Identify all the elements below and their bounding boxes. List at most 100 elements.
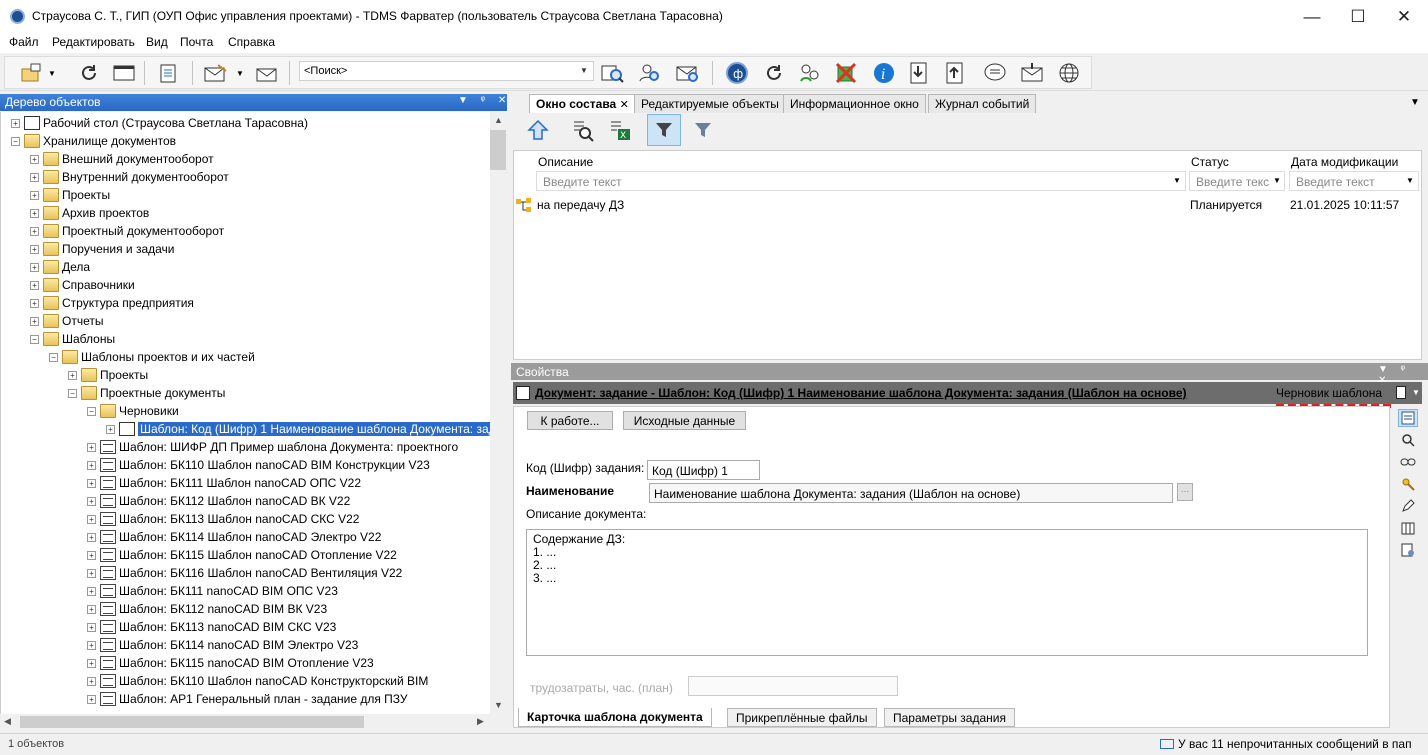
properties-icon[interactable] xyxy=(157,61,181,85)
search-input[interactable]: <Поиск> xyxy=(299,61,594,81)
tree-item[interactable]: + Проектный документооборот xyxy=(30,222,224,240)
expand-icon[interactable]: + xyxy=(87,622,96,632)
upload-icon[interactable] xyxy=(943,61,967,85)
collapse-icon[interactable]: − xyxy=(11,136,20,146)
column-header-description[interactable]: Описание xyxy=(538,155,593,169)
tree-item[interactable]: + Проекты xyxy=(68,366,148,384)
tree-item[interactable]: + Отчеты xyxy=(30,312,103,330)
close-tab-icon[interactable]: ✕ xyxy=(620,99,629,111)
tab-list-dropdown-icon[interactable]: ▼ xyxy=(1410,97,1420,108)
tree-vertical-scrollbar[interactable] xyxy=(490,112,507,714)
card-view-icon[interactable] xyxy=(1398,409,1418,427)
description-textarea[interactable]: Содержание ДЗ: 1. ... 2. ... 3. ... xyxy=(526,529,1368,656)
expand-icon[interactable]: + xyxy=(87,478,96,488)
tree-vertical-scrollbar-thumb[interactable] xyxy=(490,130,506,170)
expand-icon[interactable]: + xyxy=(87,550,96,560)
expand-icon[interactable]: + xyxy=(30,190,39,200)
send-mail-icon[interactable] xyxy=(254,61,278,85)
info-icon[interactable]: i xyxy=(872,61,896,85)
books-icon[interactable] xyxy=(1398,519,1418,537)
menu-edit[interactable]: Редактировать xyxy=(52,35,135,49)
tree-item[interactable]: + Проекты xyxy=(30,186,110,204)
tree-item[interactable]: + Шаблон: БК114 Шаблон nanoCAD Электро V2… xyxy=(87,528,381,546)
expand-icon[interactable]: + xyxy=(30,316,39,326)
tab-edited-objects[interactable]: Редактируемые объекты xyxy=(634,94,786,113)
tree-item[interactable]: + Шаблон: БК111 nanoCAD BIM ОПС V23 xyxy=(87,582,338,600)
tree-item[interactable]: + Структура предприятия xyxy=(30,294,194,312)
expand-icon[interactable]: + xyxy=(87,514,96,524)
expand-icon[interactable]: + xyxy=(11,118,20,128)
key-icon[interactable] xyxy=(1398,475,1418,493)
tab-attached-files[interactable]: Прикреплённые файлы xyxy=(727,708,877,727)
tree-item[interactable]: + Внешний документооборот xyxy=(30,150,214,168)
row-description[interactable]: на передачу ДЗ xyxy=(537,198,624,212)
export-excel-icon[interactable]: X xyxy=(603,114,637,146)
filter-dropdown-icon[interactable]: ▼ xyxy=(1406,176,1414,185)
tab-composition-window[interactable]: Окно состава ✕ xyxy=(529,94,636,114)
tree-horizontal-scrollbar-thumb[interactable] xyxy=(20,716,364,728)
tree-item[interactable]: − Черновики xyxy=(87,402,179,420)
tree-item[interactable]: + Шаблон: БК113 Шаблон nanoCAD СКС V22 xyxy=(87,510,359,528)
filter-modified-input[interactable]: Введите текст xyxy=(1289,171,1419,191)
link-icon[interactable] xyxy=(1398,453,1418,471)
expand-icon[interactable]: + xyxy=(87,568,96,578)
collapse-icon[interactable]: − xyxy=(30,334,39,344)
expand-icon[interactable]: + xyxy=(87,442,96,452)
find-in-list-icon[interactable] xyxy=(566,114,600,146)
column-header-modified[interactable]: Дата модификации xyxy=(1291,155,1398,169)
settings-document-icon[interactable] xyxy=(1398,541,1418,559)
message-icon[interactable] xyxy=(983,61,1007,85)
row-status[interactable]: Планируется xyxy=(1190,198,1262,212)
mail-icon[interactable] xyxy=(1020,61,1044,85)
users-sync-icon[interactable] xyxy=(798,61,822,85)
collapse-icon[interactable]: − xyxy=(49,352,58,362)
to-work-button[interactable]: К работе... xyxy=(527,411,613,430)
menu-file[interactable]: Файл xyxy=(9,35,39,49)
reload-icon[interactable] xyxy=(762,61,786,85)
tab-task-parameters[interactable]: Параметры задания xyxy=(884,708,1015,727)
source-data-button[interactable]: Исходные данные xyxy=(623,411,746,430)
tree-item[interactable]: + Шаблон: БК112 nanoCAD BIM ВК V23 xyxy=(87,600,327,618)
document-state[interactable]: Черновик шаблона xyxy=(1276,386,1382,400)
expand-icon[interactable]: + xyxy=(87,658,96,668)
expand-icon[interactable]: + xyxy=(30,226,39,236)
globe-icon[interactable] xyxy=(1057,61,1081,85)
search-icon[interactable] xyxy=(1398,431,1418,449)
expand-icon[interactable]: + xyxy=(87,586,96,596)
tree-item[interactable]: + Справочники xyxy=(30,276,135,294)
scroll-right-icon[interactable]: ▶ xyxy=(477,716,484,727)
find-user-icon[interactable] xyxy=(638,61,662,85)
tree-item[interactable]: + Шаблон: ШИФР ДП Пример шаблона Документ… xyxy=(87,438,458,456)
search-mail-icon[interactable] xyxy=(676,61,700,85)
row-modified[interactable]: 21.01.2025 10:11:57 xyxy=(1290,198,1399,212)
close-button[interactable]: ✕ xyxy=(1381,0,1427,33)
expand-icon[interactable]: + xyxy=(30,154,39,164)
labor-field[interactable] xyxy=(688,676,898,696)
expand-icon[interactable]: + xyxy=(30,208,39,218)
tree-item[interactable]: − Хранилище документов xyxy=(11,132,176,150)
panel-pin-icon[interactable]: ▼ ᵠ ✕ xyxy=(458,95,511,106)
expand-icon[interactable]: + xyxy=(87,496,96,506)
tab-event-log[interactable]: Журнал событий xyxy=(928,94,1037,113)
expand-icon[interactable]: + xyxy=(87,640,96,650)
scroll-down-icon[interactable]: ▼ xyxy=(494,700,503,710)
tree-item[interactable]: + Рабочий стол (Страусова Светлана Тарасо… xyxy=(11,114,308,132)
state-dropdown-icon[interactable]: ▼ xyxy=(1412,388,1420,397)
tree-item[interactable]: + Шаблон: Код (Шифр) 1 Наименование шабло… xyxy=(106,420,490,438)
tree-item[interactable]: + Шаблон: АР1 Генеральный план - задание … xyxy=(87,690,408,708)
tree-item[interactable]: + Шаблон: БК110 Шаблон nanoCAD BIM Констр… xyxy=(87,456,430,474)
menu-help[interactable]: Справка xyxy=(228,35,275,49)
download-icon[interactable] xyxy=(907,61,931,85)
tab-template-card[interactable]: Карточка шаблона документа xyxy=(518,708,712,727)
tree-item[interactable]: + Шаблон: БК115 nanoCAD BIM Отопление V23 xyxy=(87,654,374,672)
filter-settings-icon[interactable] xyxy=(686,114,720,146)
tree-item[interactable]: + Шаблон: БК110 Шаблон nanoCAD Конструкто… xyxy=(87,672,428,690)
filter-dropdown-icon[interactable]: ▼ xyxy=(1173,176,1181,185)
expand-icon[interactable]: + xyxy=(87,532,96,542)
document-title-link[interactable]: Документ: задание - Шаблон: Код (Шифр) 1… xyxy=(535,386,1187,400)
menu-view[interactable]: Вид xyxy=(146,35,168,49)
search-dropdown-icon[interactable]: ▼ xyxy=(580,66,588,75)
tree-item[interactable]: + Поручения и задачи xyxy=(30,240,175,258)
status-unread-messages[interactable]: У вас 11 непрочитанных сообщений в пап xyxy=(1160,737,1412,751)
expand-icon[interactable]: + xyxy=(106,424,115,434)
